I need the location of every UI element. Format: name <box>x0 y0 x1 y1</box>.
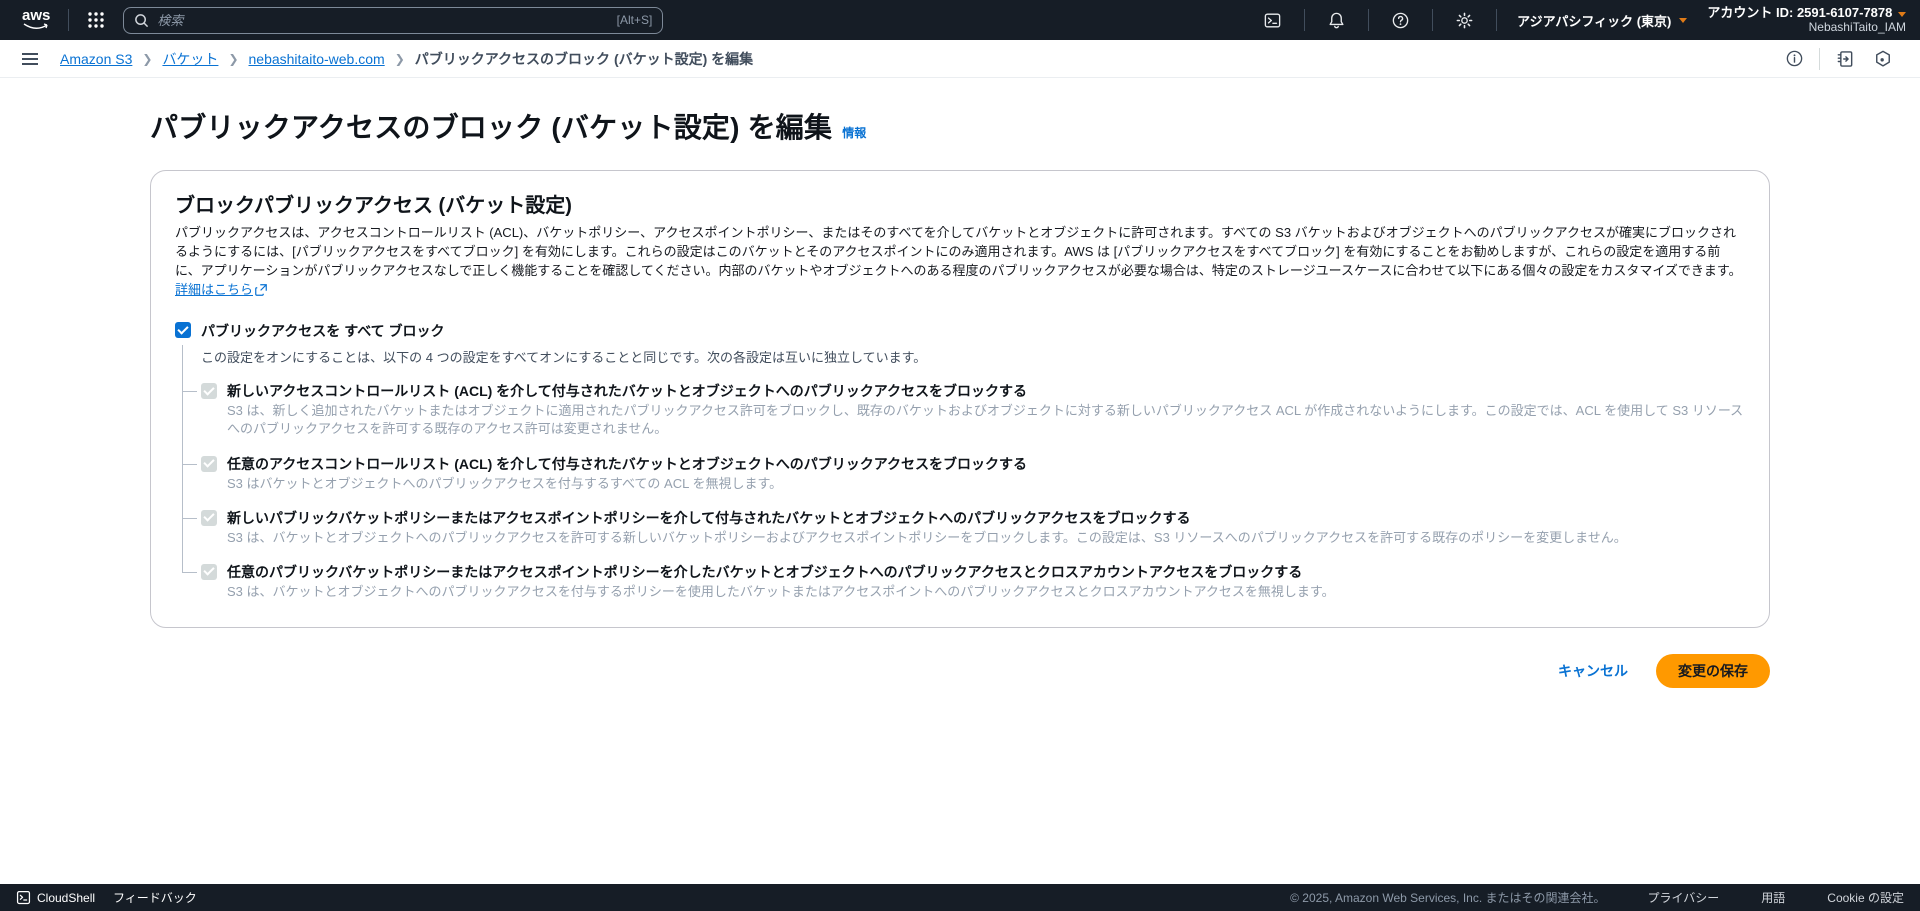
option-description: S3 は、新しく追加されたバケットまたはオブジェクトに適用されたパブリックアクセ… <box>227 402 1745 438</box>
page-title: パブリックアクセスのブロック (バケット設定) を編集 <box>150 106 832 146</box>
footer-feedback-button[interactable]: フィードバック <box>113 889 197 906</box>
breadcrumb-separator: ❯ <box>228 52 238 66</box>
top-navigation-bar: aws [Alt+S] <box>0 0 1920 40</box>
search-input[interactable] <box>157 13 608 28</box>
footer-cloudshell-button[interactable]: CloudShell <box>16 890 95 905</box>
main-content: パブリックアクセスのブロック (バケット設定) を編集 情報 ブロックパブリック… <box>0 78 1920 628</box>
block-all-public-access-checkbox[interactable] <box>175 322 191 338</box>
breadcrumb-buckets[interactable]: バケット <box>162 49 218 69</box>
form-actions: キャンセル 変更の保存 <box>0 654 1770 688</box>
breadcrumb-amazon-s3[interactable]: Amazon S3 <box>60 51 132 67</box>
services-grid-icon[interactable] <box>81 11 111 29</box>
divider <box>1432 9 1433 31</box>
account-menu[interactable]: アカウント ID: 2591-6107-7878 NebashiTaito_IA… <box>1707 5 1906 35</box>
breadcrumb-current-page: パブリックアクセスのブロック (バケット設定) を編集 <box>415 49 753 69</box>
option-label: 新しいアクセスコントロールリスト (ACL) を介して付与されたバケットとオブジ… <box>227 382 1745 401</box>
cloudshell-label: CloudShell <box>37 891 95 905</box>
block-any-policies-checkbox <box>201 564 217 580</box>
divider <box>1819 48 1820 70</box>
settings-gear-icon[interactable] <box>1445 11 1484 30</box>
breadcrumb-separator: ❯ <box>142 52 152 66</box>
breadcrumb-bar: Amazon S3 ❯ バケット ❯ nebashitaito-web.com … <box>0 40 1920 78</box>
block-new-acls-checkbox <box>201 383 217 399</box>
search-shortcut-hint: [Alt+S] <box>617 13 653 27</box>
breadcrumb: Amazon S3 ❯ バケット ❯ nebashitaito-web.com … <box>60 49 753 69</box>
divider <box>1496 9 1497 31</box>
card-title: ブロックパブリックアクセス (バケット設定) <box>175 189 1745 218</box>
copyright-text: © 2025, Amazon Web Services, Inc. またはその関… <box>1290 889 1605 906</box>
block-all-public-access-row: パブリックアクセスを すべて ブロック <box>175 321 1745 341</box>
chevron-down-icon <box>1898 12 1906 17</box>
card-description: パブリックアクセスは、アクセスコントロールリスト (ACL)、バケットポリシー、… <box>175 224 1745 301</box>
option-description: S3 は、バケットとオブジェクトへのパブリックアクセスを許可する新しいバケットポ… <box>227 529 1627 547</box>
save-changes-button[interactable]: 変更の保存 <box>1656 654 1770 688</box>
aws-logo[interactable]: aws <box>16 10 56 31</box>
help-icon[interactable] <box>1381 11 1420 30</box>
divider <box>1304 9 1305 31</box>
global-search[interactable]: [Alt+S] <box>123 7 663 34</box>
chevron-down-icon <box>1679 18 1687 23</box>
iam-user-name: NebashiTaito_IAM <box>1809 20 1906 35</box>
block-all-public-access-label: パブリックアクセスを すべて ブロック <box>201 321 445 341</box>
option-description: S3 はバケットとオブジェクトへのパブリックアクセスを付与するすべての ACL … <box>227 475 1027 493</box>
cloudshell-icon[interactable] <box>1253 11 1292 30</box>
info-link[interactable]: 情報 <box>842 124 866 141</box>
block-public-access-card: ブロックパブリックアクセス (バケット設定) パブリックアクセスは、アクセスコン… <box>150 170 1770 628</box>
breadcrumb-separator: ❯ <box>395 52 405 66</box>
footer-cookie-settings-link[interactable]: Cookie の設定 <box>1827 889 1904 906</box>
search-icon <box>134 13 149 28</box>
console-footer: CloudShell フィードバック © 2025, Amazon Web Se… <box>0 884 1920 911</box>
sub-settings-tree: この設定をオンにすることは、以下の 4 つの設定をすべてオンにすることと同じです… <box>175 345 1745 601</box>
aws-logo-text: aws <box>22 10 50 22</box>
option-block-new-acls: 新しいアクセスコントロールリスト (ACL) を介して付与されたバケットとオブジ… <box>201 382 1745 438</box>
option-block-any-acls: 任意のアクセスコントロールリスト (ACL) を介して付与されたバケットとオブジ… <box>201 455 1745 493</box>
option-label: 任意のパブリックバケットポリシーまたはアクセスポイントポリシーを介したバケットと… <box>227 563 1335 582</box>
block-new-policies-checkbox <box>201 510 217 526</box>
option-block-new-policies: 新しいパブリックバケットポリシーまたはアクセスポイントポリシーを介して付与された… <box>201 509 1745 547</box>
block-all-description: この設定をオンにすることは、以下の 4 つの設定をすべてオンにすることと同じです… <box>201 345 1745 366</box>
region-selector[interactable]: アジアパシフィック (東京) <box>1509 11 1695 30</box>
info-icon[interactable] <box>1776 49 1813 68</box>
option-block-any-policies: 任意のパブリックバケットポリシーまたはアクセスポイントポリシーを介したバケットと… <box>201 563 1745 601</box>
notifications-bell-icon[interactable] <box>1317 11 1356 30</box>
external-link-icon <box>255 283 267 302</box>
divider <box>68 9 69 31</box>
hamburger-menu-icon[interactable] <box>12 47 48 71</box>
option-description: S3 は、バケットとオブジェクトへのパブリックアクセスを付与するポリシーを使用し… <box>227 583 1335 601</box>
divider <box>1368 9 1369 31</box>
cloudshell-terminal-icon <box>16 890 31 905</box>
account-id: アカウント ID: 2591-6107-7878 <box>1707 5 1906 20</box>
cancel-button[interactable]: キャンセル <box>1558 661 1628 681</box>
breadcrumb-bucket-name[interactable]: nebashitaito-web.com <box>249 51 385 67</box>
option-label: 任意のアクセスコントロールリスト (ACL) を介して付与されたバケットとオブジ… <box>227 455 1027 474</box>
learn-more-link[interactable]: 詳細はこちら <box>175 282 253 297</box>
option-label: 新しいパブリックバケットポリシーまたはアクセスポイントポリシーを介して付与された… <box>227 509 1627 528</box>
notebook-panel-icon[interactable] <box>1826 49 1864 69</box>
footer-privacy-link[interactable]: プライバシー <box>1648 889 1720 906</box>
hexagon-status-icon[interactable] <box>1864 49 1902 69</box>
footer-terms-link[interactable]: 用語 <box>1761 889 1785 906</box>
block-any-acls-checkbox <box>201 456 217 472</box>
aws-smile-icon <box>23 23 49 31</box>
region-label: アジアパシフィック (東京) <box>1517 11 1671 30</box>
